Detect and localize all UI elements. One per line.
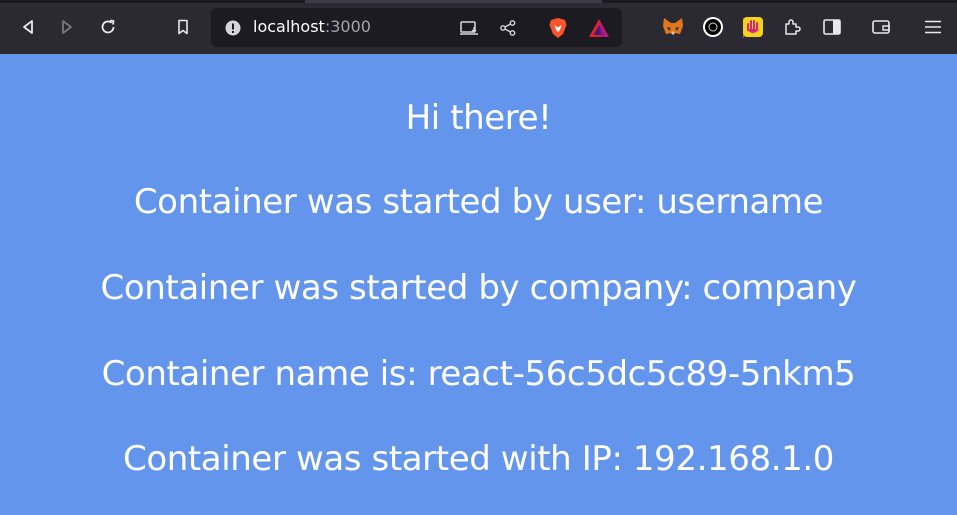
bookmark-icon[interactable] (169, 13, 197, 41)
container-name-line: Container name is: react-56c5dc5c89-5nkm… (101, 354, 856, 394)
extension-ring-icon[interactable] (699, 13, 727, 41)
page-content: Hi there! Container was started by user:… (0, 54, 957, 515)
page-info-icon[interactable] (225, 20, 241, 36)
tab-strip (0, 0, 957, 3)
extensions-puzzle-icon[interactable] (778, 13, 806, 41)
url-text[interactable]: localhost:3000 (253, 17, 371, 37)
active-tab-indicator[interactable] (305, 0, 602, 3)
install-app-icon[interactable] (458, 17, 480, 39)
greeting-text: Hi there! (405, 98, 552, 138)
wallet-icon[interactable] (867, 13, 895, 41)
company-line: Container was started by company: compan… (100, 268, 857, 308)
browser-toolbar: localhost:3000 (0, 0, 957, 54)
sidebar-icon[interactable] (818, 13, 846, 41)
brave-shields-icon[interactable] (547, 17, 569, 39)
menu-icon[interactable] (919, 13, 947, 41)
extension-hand-icon[interactable] (739, 13, 767, 41)
forward-icon[interactable] (53, 13, 81, 41)
brave-rewards-icon[interactable] (588, 17, 610, 39)
url-port: :3000 (324, 17, 371, 36)
url-host: localhost (253, 17, 325, 36)
metamask-icon[interactable] (659, 13, 687, 41)
user-line: Container was started by user: username (133, 182, 824, 222)
address-bar[interactable]: localhost:3000 (211, 8, 744, 47)
back-icon[interactable] (14, 13, 42, 41)
reload-icon[interactable] (94, 13, 122, 41)
share-icon[interactable] (497, 17, 519, 39)
ip-line: Container was started with IP: 192.168.1… (122, 439, 835, 479)
